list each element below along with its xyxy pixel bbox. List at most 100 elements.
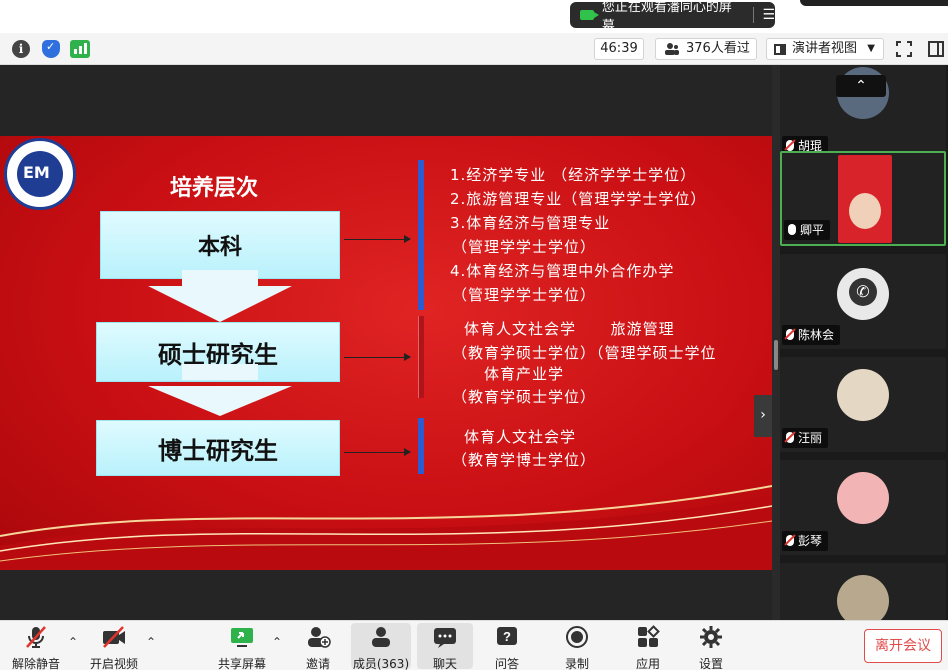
invite-icon [308,627,331,648]
mic-muted-icon [786,140,794,151]
bracket-bar [418,316,424,398]
master-line: （教育学硕士学位） [452,388,597,406]
meeting-info-bar: i 46:39 376人看过 演讲者视图 ▼ [0,33,948,65]
start-video-label: 开启视频 [89,657,138,670]
school-logo [4,138,76,210]
invite-label: 邀请 [305,657,330,670]
participant-name-text: 陈林会 [798,328,835,342]
video-off-icon [103,626,125,648]
share-banner-text: 您正在观看潘同心的屏幕 [601,0,732,34]
chevron-up-icon[interactable]: ⌃ [68,635,80,649]
record-icon [566,626,588,648]
participant-name-text: 卿平 [800,223,825,237]
participant-tile-active[interactable]: 卿平 [780,151,946,246]
camera-icon [580,10,599,20]
screen-share-banner[interactable]: 您正在观看潘同心的屏幕 ☰ [570,0,775,34]
down-arrow [148,364,292,416]
view-mode-label: 演讲者视图 [792,41,858,56]
list-icon[interactable]: ☰ [762,7,775,23]
connector-arrow [344,448,411,456]
bachelor-line: （管理学学士学位） [452,286,597,304]
divider [753,7,755,23]
meeting-timer: 46:39 [594,38,644,60]
participant-name-text: 汪丽 [798,431,823,445]
level-doctor: 博士研究生 [96,420,340,476]
chevron-down-icon: ▼ [867,43,875,54]
chat-button[interactable]: 聊天 [417,623,473,670]
participant-tile[interactable]: 彭琴 [780,460,946,555]
participant-name: 彭琴 [782,531,829,551]
apps-button[interactable]: 应用 [620,623,676,670]
slide-wave-decoration [0,485,772,570]
gallery-scrollbar[interactable] [772,65,780,620]
settings-button[interactable]: 设置 [683,623,739,670]
top-strip: 您正在观看潘同心的屏幕 ☰ [0,0,948,34]
bracket-bar [418,160,424,310]
avatar [837,369,889,421]
signal-icon[interactable] [70,40,90,58]
share-screen-icon [231,628,253,647]
bachelor-line: 3.体育经济与管理专业 [450,214,611,232]
participant-tile[interactable] [780,563,946,627]
question-icon: ? [497,627,517,645]
meeting-toolbar: 解除静音 ⌃ 开启视频 ⌃ 共享屏幕 ⌃ 邀请 成员(363) 聊天 ? 问答 [0,620,948,670]
phone-icon: ✆ [849,278,877,306]
face [849,193,881,229]
doctor-line: 体育人文社会学 [464,428,577,446]
master-line: 体育人文社会学 旅游管理 [464,320,675,338]
shield-icon[interactable] [42,40,60,58]
chat-icon [434,628,456,648]
top-strip-handle [800,0,948,6]
panel-icon[interactable] [928,41,944,57]
share-screen-label: 共享屏幕 [217,657,266,670]
fullscreen-icon[interactable] [896,41,912,57]
unmute-button[interactable]: 解除静音 [8,623,64,670]
mic-muted-icon [786,329,794,340]
participant-tile[interactable]: 汪丽 [780,357,946,452]
members-icon [372,627,390,647]
down-arrow [148,270,292,322]
view-mode-dropdown[interactable]: 演讲者视图 ▼ [766,38,884,60]
members-label: 成员(363) [352,657,410,670]
chevron-up-icon[interactable]: ⌃ [146,635,158,649]
speaker-view-icon [774,44,786,55]
bachelor-line: 1.经济学专业 （经济学学士学位） [450,166,697,184]
mic-on-icon [788,224,796,235]
people-icon [665,43,679,55]
participant-name: 汪丽 [782,428,829,448]
mic-muted-icon [786,432,794,443]
avatar: ✆ [837,268,889,320]
record-button[interactable]: 录制 [549,623,605,670]
participant-gallery: ⌃ 胡琨 卿平 ✆ 陈林会 汪丽 彭琴 [772,65,948,627]
info-icon[interactable]: i [12,40,30,58]
unmute-label: 解除静音 [11,657,60,670]
level-bachelor: 本科 [100,211,340,279]
connector-arrow [344,353,411,361]
viewers-label: 376人看过 [686,41,750,56]
qa-button[interactable]: ? 问答 [479,623,535,670]
presentation-slide: 培养层次 本科 硕士研究生 博士研究生 1.经济学专业 （经济学学士学位） 2.… [0,136,772,570]
chevron-up-icon[interactable]: ⌃ [836,75,886,97]
apps-label: 应用 [635,657,660,670]
viewers-count[interactable]: 376人看过 [655,38,757,60]
participant-tile[interactable]: ⌃ 胡琨 [780,65,946,160]
apps-icon [638,625,660,647]
gallery-collapse-handle[interactable]: › [754,395,772,437]
leave-meeting-button[interactable]: 离开会议 [864,629,942,663]
avatar [837,472,889,524]
start-video-button[interactable]: 开启视频 [86,623,142,670]
members-button[interactable]: 成员(363) [351,623,411,670]
bachelor-line: （管理学学士学位） [452,238,597,256]
doctor-line: （教育学博士学位） [452,451,597,469]
meeting-window: 您正在观看潘同心的屏幕 ☰ i 46:39 376人看过 演讲者视图 ▼ [0,0,948,670]
connector-arrow [344,235,411,243]
share-screen-button[interactable]: 共享屏幕 [214,623,270,670]
participant-name-text: 彭琴 [798,534,823,548]
settings-label: 设置 [698,657,723,670]
invite-button[interactable]: 邀请 [290,623,346,670]
participant-name: 陈林会 [782,325,841,345]
shared-screen: 培养层次 本科 硕士研究生 博士研究生 1.经济学专业 （经济学学士学位） 2.… [0,65,772,620]
chevron-up-icon[interactable]: ⌃ [272,635,284,649]
master-line: （教育学硕士学位）（管理学硕士学位 [452,344,717,362]
participant-tile[interactable]: ✆ 陈林会 [780,254,946,349]
